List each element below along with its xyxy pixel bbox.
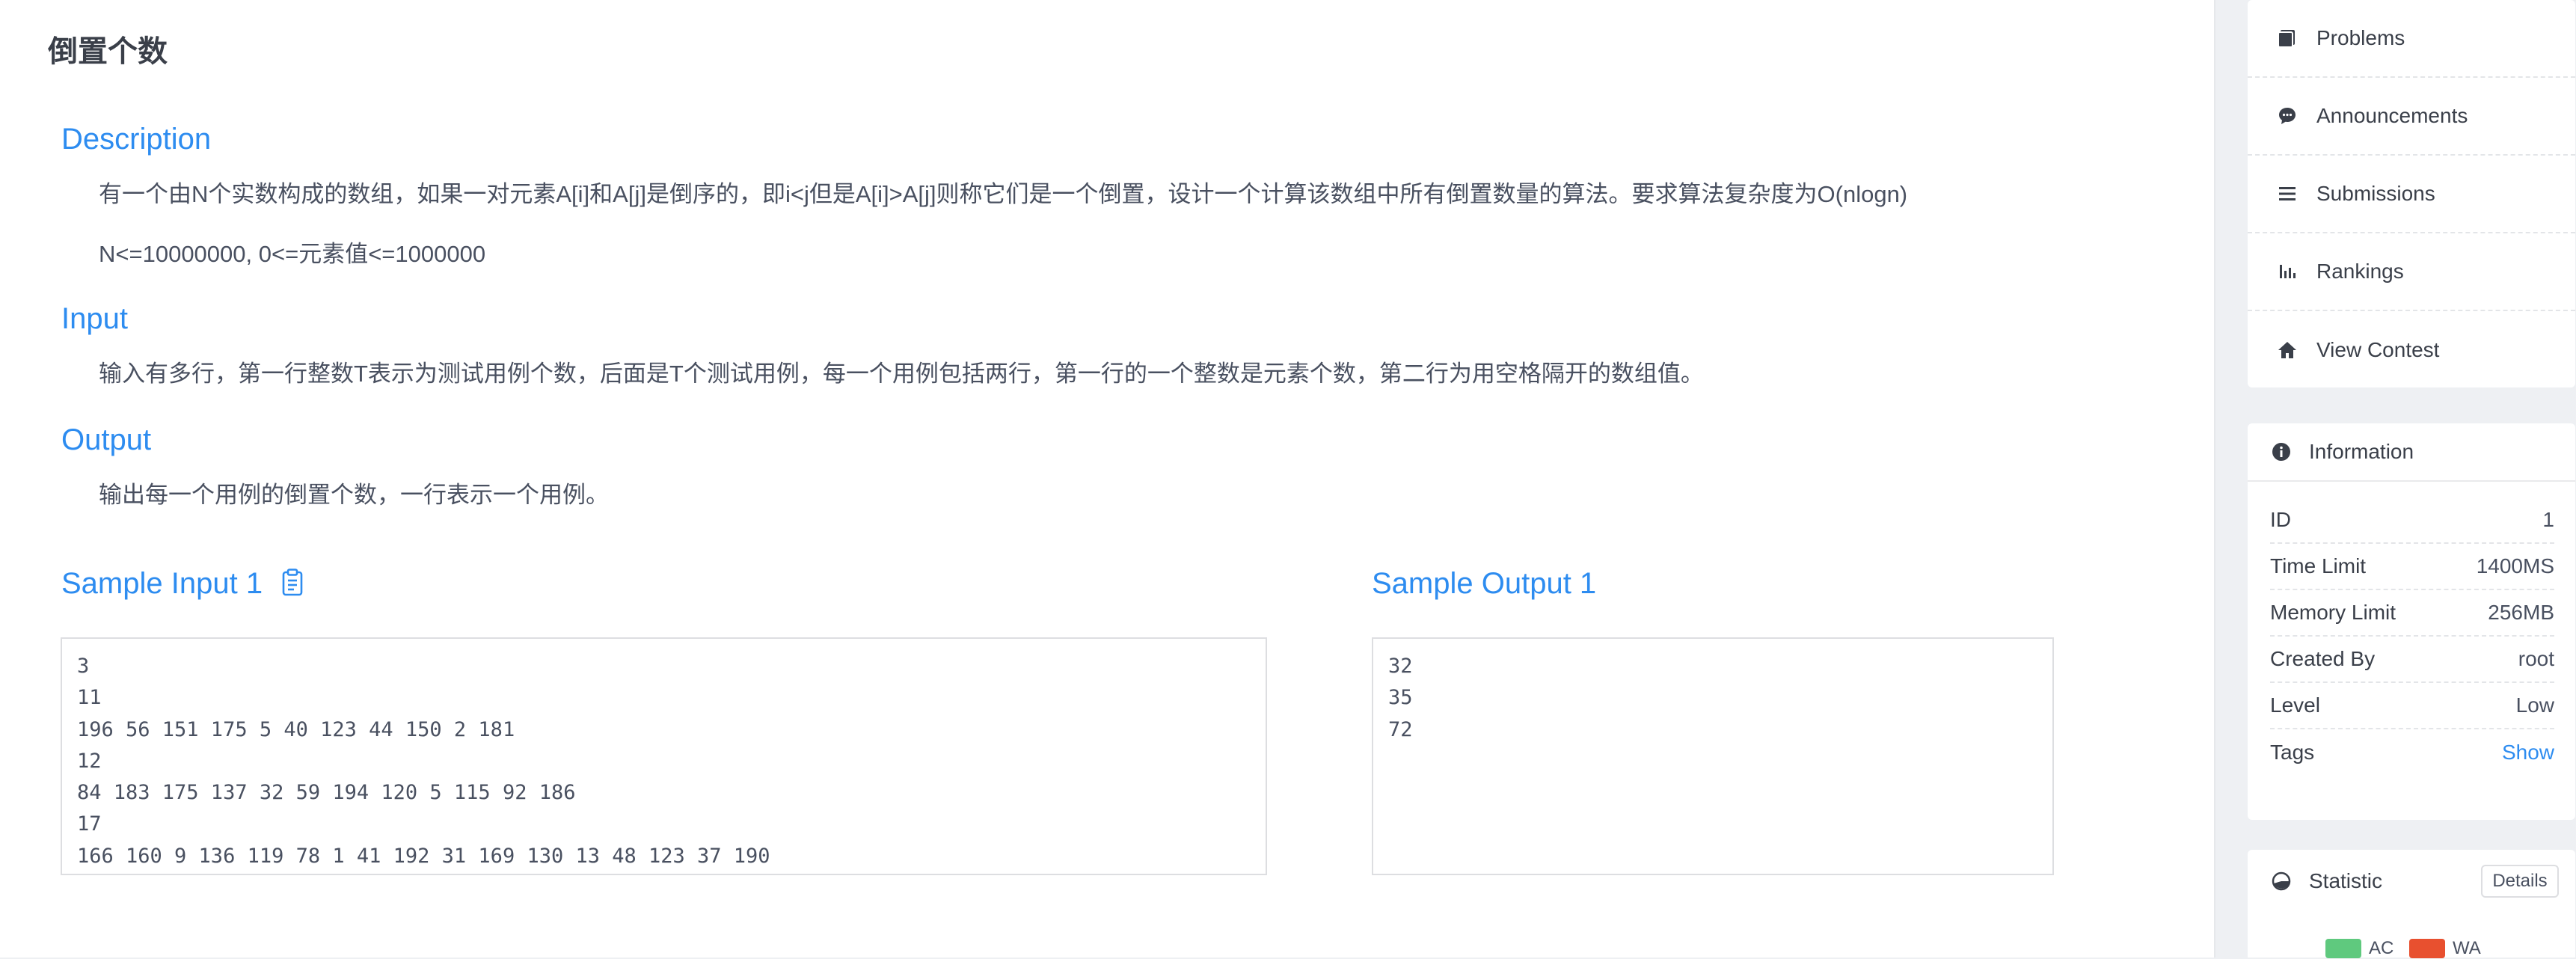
legend-ac[interactable]: AC xyxy=(2325,938,2393,959)
info-label: ID xyxy=(2270,508,2291,531)
bar-chart-icon xyxy=(2276,260,2299,283)
info-row-tags: Tags Show xyxy=(2270,729,2554,776)
legend-wa[interactable]: WA xyxy=(2409,938,2481,959)
legend-ac-swatch xyxy=(2325,939,2361,958)
info-value: Low xyxy=(2515,693,2554,717)
description-line-1: 有一个由N个实数构成的数组，如果一对元素A[i]和A[j]是倒序的，即i<j但是… xyxy=(99,181,1908,207)
info-row-time-limit: Time Limit 1400MS xyxy=(2270,544,2554,590)
pie-chart-icon xyxy=(2270,870,2293,892)
tags-show-link[interactable]: Show xyxy=(2502,741,2554,765)
nav-problems-label: Problems xyxy=(2316,26,2405,49)
info-row-memory-limit: Memory Limit 256MB xyxy=(2270,590,2554,637)
info-row-level: Level Low xyxy=(2270,683,2554,729)
sample-input-title: Sample Input 1 xyxy=(61,567,263,600)
clipboard-icon[interactable] xyxy=(281,569,304,597)
nav-submissions[interactable]: Submissions xyxy=(2248,156,2575,233)
nav-announcements[interactable]: Announcements xyxy=(2248,78,2575,156)
home-icon xyxy=(2276,339,2299,361)
output-text: 输出每一个用例的倒置个数，一行表示一个用例。 xyxy=(99,482,609,508)
details-button[interactable]: Details xyxy=(2481,865,2559,898)
info-value: 1 xyxy=(2542,508,2554,531)
info-value: 256MB xyxy=(2488,601,2554,624)
info-value: root xyxy=(2518,647,2554,670)
description-line-2: N<=10000000, 0<=元素值<=1000000 xyxy=(99,241,486,267)
info-row-created-by: Created By root xyxy=(2270,637,2554,683)
nav-rankings[interactable]: Rankings xyxy=(2248,233,2575,311)
nav-problems[interactable]: Problems xyxy=(2248,0,2575,78)
nav-view-contest[interactable]: View Contest xyxy=(2248,311,2575,389)
info-label: Level xyxy=(2270,693,2320,717)
legend-ac-label: AC xyxy=(2369,938,2394,958)
description-title: Description xyxy=(61,123,212,156)
chat-bubble-icon xyxy=(2276,105,2299,127)
statistic-card: Statistic Details AC WA xyxy=(2248,850,2575,958)
information-header: Information xyxy=(2248,423,2575,482)
nav-card: Problems Announcements Submissions Ranki… xyxy=(2248,0,2575,387)
sample-input-box: 3 11 196 56 151 175 5 40 123 44 150 2 18… xyxy=(61,637,1267,875)
problem-card: 倒置个数 Description 有一个由N个实数构成的数组，如果一对元素A[i… xyxy=(0,0,2215,958)
info-label: Memory Limit xyxy=(2270,601,2396,624)
input-text: 输入有多行，第一行整数T表示为测试用例个数，后面是T个测试用例，每一个用例包括两… xyxy=(99,361,1704,387)
information-card: Information ID 1 Time Limit 1400MS Memor… xyxy=(2248,423,2575,820)
output-title: Output xyxy=(61,423,152,456)
nav-view-contest-label: View Contest xyxy=(2316,338,2440,361)
information-title: Information xyxy=(2309,440,2414,463)
statistic-title: Statistic xyxy=(2309,869,2383,892)
info-label: Time Limit xyxy=(2270,554,2367,577)
info-value: 1400MS xyxy=(2476,554,2554,577)
sample-output-title: Sample Output 1 xyxy=(1372,567,1597,600)
legend-wa-label: WA xyxy=(2453,938,2481,958)
input-title: Input xyxy=(61,302,128,335)
info-circle-icon xyxy=(2270,441,2293,463)
info-label: Tags xyxy=(2270,741,2315,764)
book-icon xyxy=(2276,27,2299,49)
sample-output-box: 32 35 72 xyxy=(1372,637,2054,875)
legend-wa-swatch xyxy=(2409,939,2445,958)
nav-announcements-label: Announcements xyxy=(2316,104,2468,127)
nav-submissions-label: Submissions xyxy=(2316,182,2435,205)
info-row-id: ID 1 xyxy=(2270,497,2554,544)
problem-title: 倒置个数 xyxy=(48,35,168,68)
list-icon xyxy=(2276,183,2299,205)
nav-rankings-label: Rankings xyxy=(2316,260,2404,283)
info-label: Created By xyxy=(2270,647,2376,670)
